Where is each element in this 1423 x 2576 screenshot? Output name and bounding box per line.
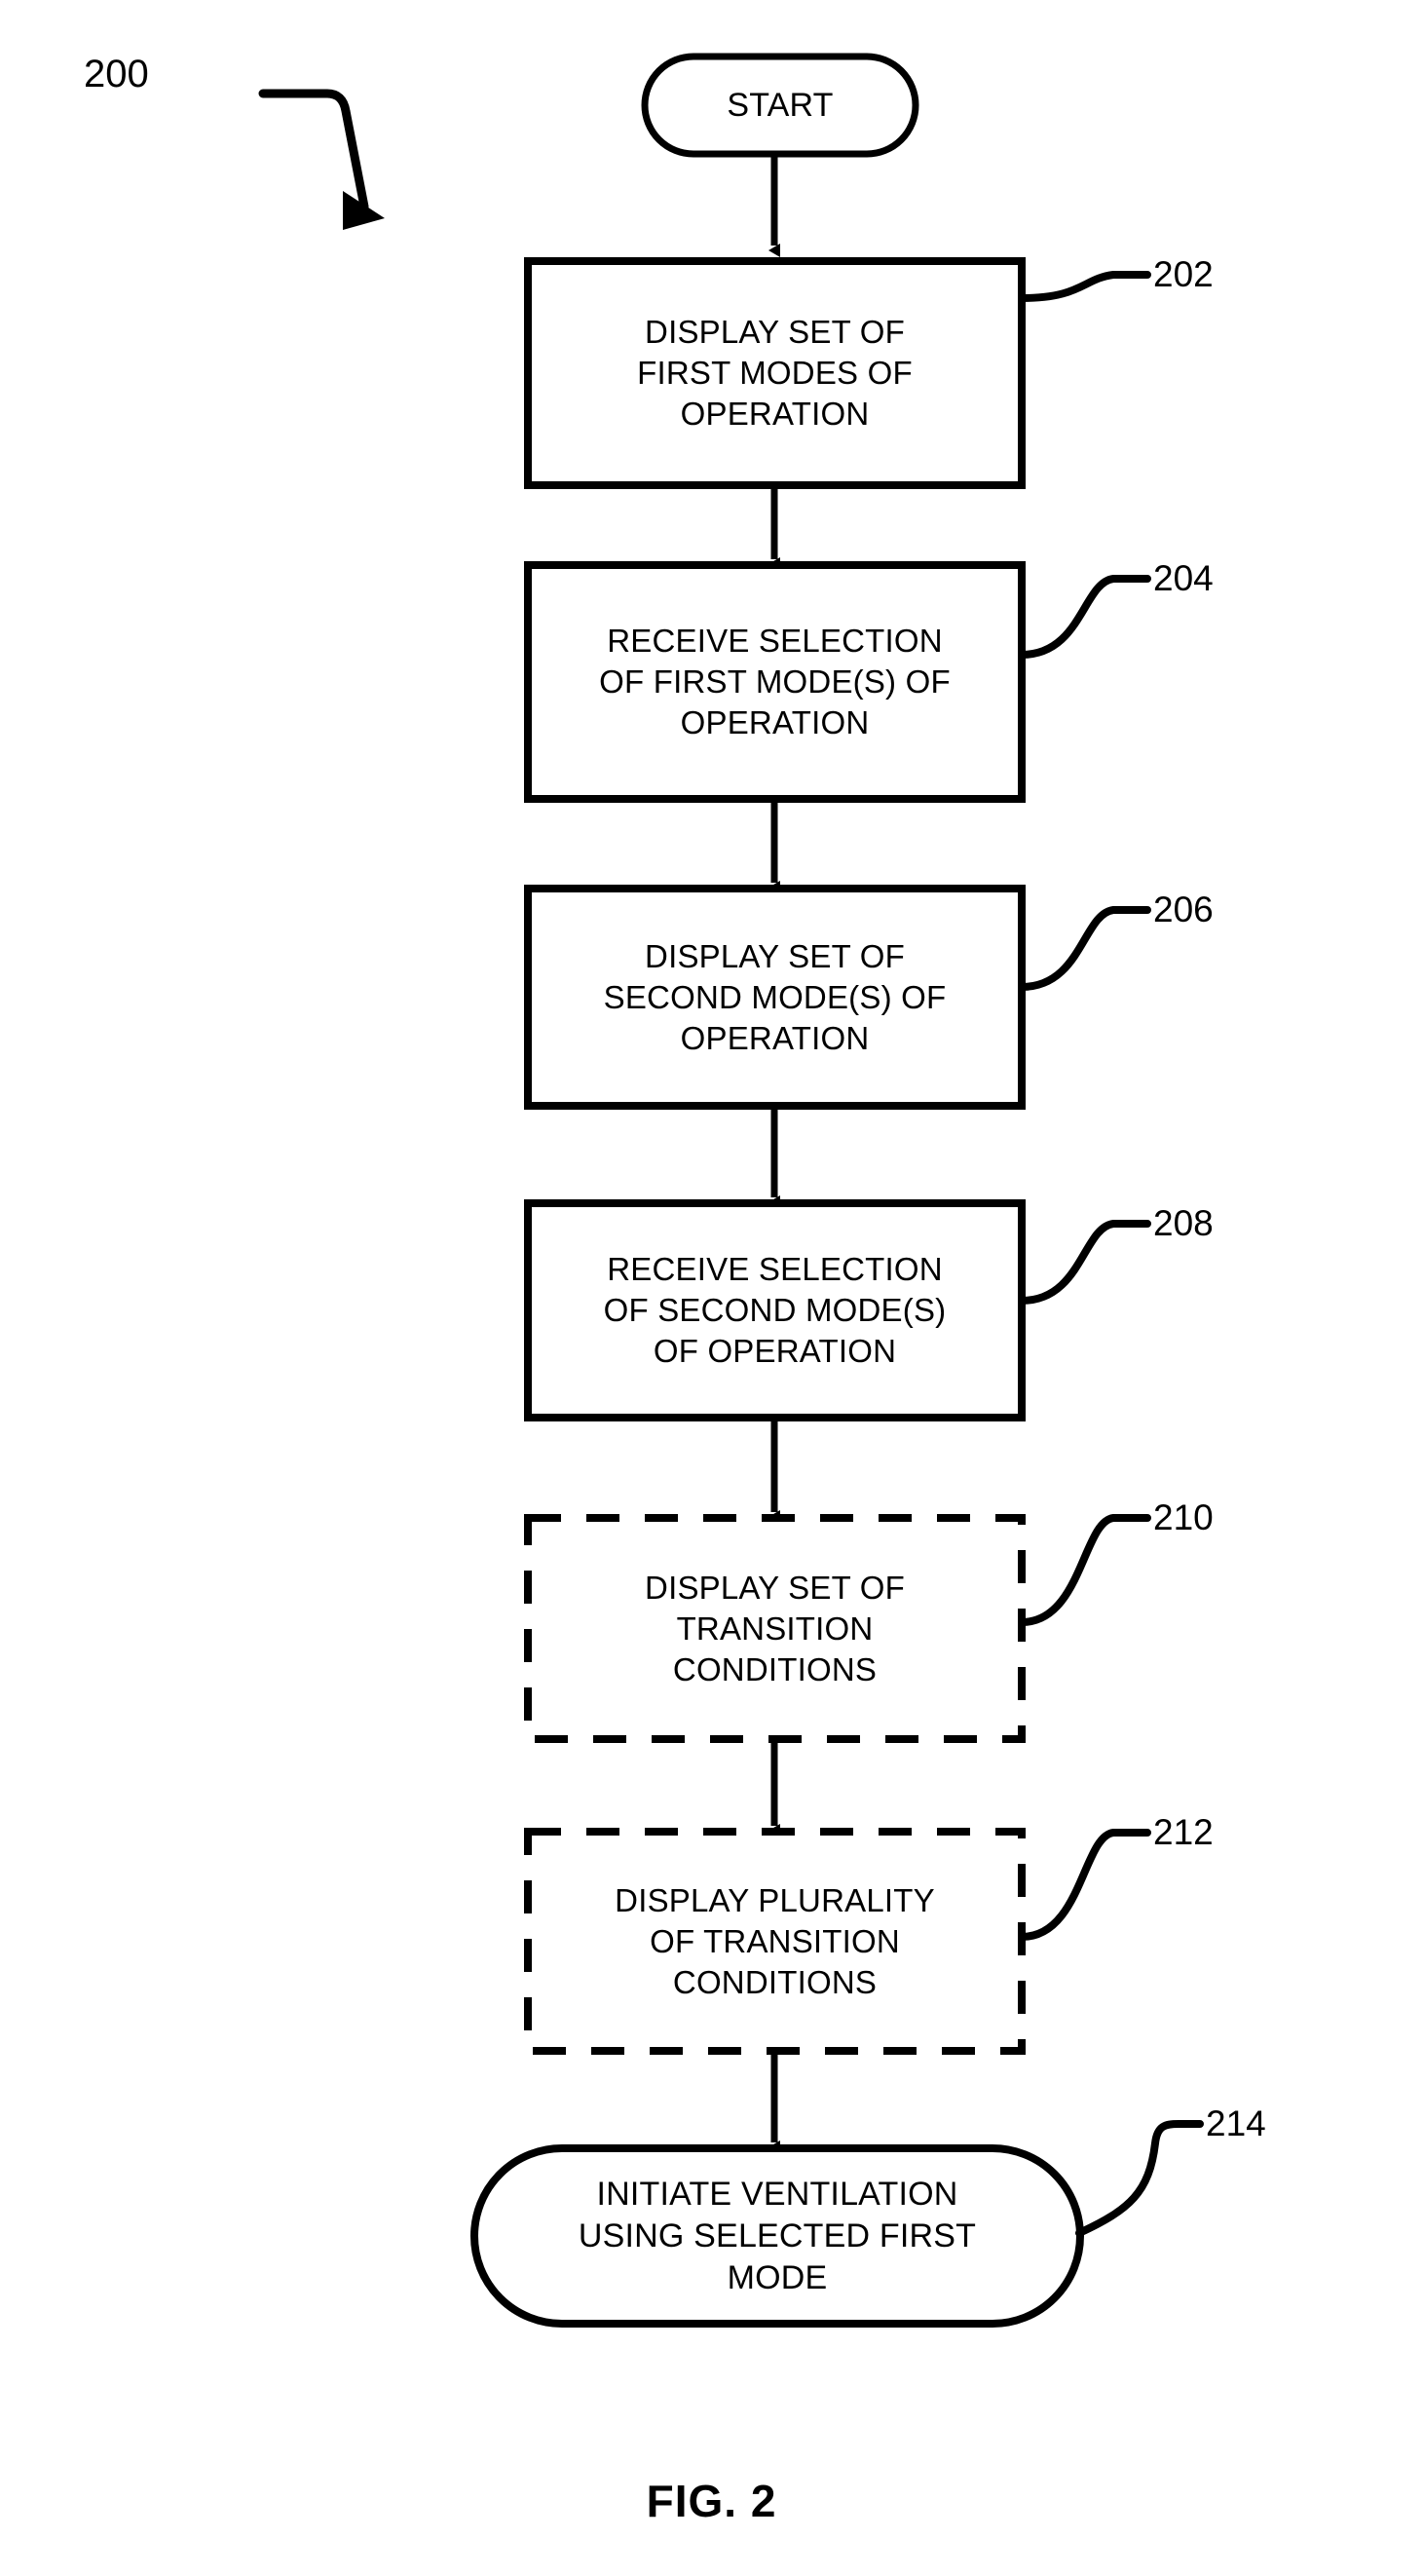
node-step202-label: DISPLAY SET OF FIRST MODES OF OPERATION bbox=[528, 261, 1022, 485]
node-step204-label: RECEIVE SELECTION OF FIRST MODE(S) OF OP… bbox=[522, 565, 1028, 799]
node-step214-line-3: MODE bbox=[727, 2258, 828, 2296]
node-step208-label: RECEIVE SELECTION OF SECOND MODE(S) OF O… bbox=[522, 1203, 1028, 1418]
node-step204-line-1: RECEIVE SELECTION bbox=[607, 623, 943, 659]
ref-leader-212 bbox=[1018, 1829, 1151, 1941]
ref-leader-206 bbox=[1018, 906, 1151, 991]
ref-number-214: 214 bbox=[1206, 2103, 1266, 2143]
node-step202-line-1: DISPLAY SET OF bbox=[645, 314, 905, 350]
node-step206-line-3: OPERATION bbox=[680, 1019, 870, 1056]
node-step206-line-2: SECOND MODE(S) OF bbox=[603, 978, 947, 1015]
node-step214-line-2: USING SELECTED FIRST bbox=[578, 2216, 977, 2254]
ref-leader-214 bbox=[1075, 2120, 1204, 2237]
node-step210-line-1: DISPLAY SET OF bbox=[645, 1569, 905, 1606]
node-step208-line-3: OF OPERATION bbox=[653, 1333, 897, 1369]
figure-reference-number: 200 bbox=[84, 53, 149, 95]
ref-number-204: 204 bbox=[1153, 558, 1214, 598]
ref-leader-210 bbox=[1018, 1514, 1151, 1626]
node-step206-label: DISPLAY SET OF SECOND MODE(S) OF OPERATI… bbox=[522, 889, 1028, 1106]
node-step202-line-3: OPERATION bbox=[680, 396, 870, 432]
ref-leader-208 bbox=[1018, 1220, 1151, 1305]
node-step212-line-3: CONDITIONS bbox=[672, 1963, 878, 2000]
node-step212-line-2: OF TRANSITION bbox=[650, 1922, 900, 1959]
patent-figure: 200 START DISPLAY SET OF FIRST MODES OF … bbox=[0, 0, 1423, 2576]
ref-number-210: 210 bbox=[1153, 1497, 1214, 1537]
node-step214-label: INITIATE VENTILATION USING SELECTED FIRS… bbox=[474, 2148, 1080, 2324]
node-step214-line-1: INITIATE VENTILATION bbox=[596, 2175, 958, 2213]
node-step206-line-1: DISPLAY SET OF bbox=[645, 937, 905, 974]
ref-leader-204 bbox=[1018, 575, 1151, 659]
ref-leader-202 bbox=[1018, 271, 1151, 302]
node-step204-line-3: OPERATION bbox=[680, 704, 870, 740]
node-step210-line-2: TRANSITION bbox=[676, 1610, 874, 1647]
node-step208-line-2: OF SECOND MODE(S) bbox=[603, 1292, 947, 1328]
node-step210-label: DISPLAY SET OF TRANSITION CONDITIONS bbox=[528, 1518, 1022, 1739]
ref-number-206: 206 bbox=[1153, 890, 1214, 929]
node-step212-line-1: DISPLAY PLURALITY bbox=[615, 1881, 935, 1918]
ref-number-202: 202 bbox=[1153, 254, 1214, 294]
node-step204-line-2: OF FIRST MODE(S) OF bbox=[599, 663, 951, 700]
node-step202-line-2: FIRST MODES OF bbox=[637, 355, 913, 391]
ref-number-208: 208 bbox=[1153, 1203, 1214, 1243]
node-step208-line-1: RECEIVE SELECTION bbox=[607, 1251, 943, 1287]
figure-ref-leader bbox=[258, 89, 385, 230]
node-start-label: START bbox=[645, 57, 916, 154]
ref-number-212: 212 bbox=[1153, 1812, 1214, 1852]
node-step210-line-3: CONDITIONS bbox=[672, 1650, 878, 1687]
node-step212-label: DISPLAY PLURALITY OF TRANSITION CONDITIO… bbox=[528, 1832, 1022, 2051]
node-start-line-1: START bbox=[727, 86, 834, 124]
figure-caption: FIG. 2 bbox=[646, 2476, 777, 2526]
